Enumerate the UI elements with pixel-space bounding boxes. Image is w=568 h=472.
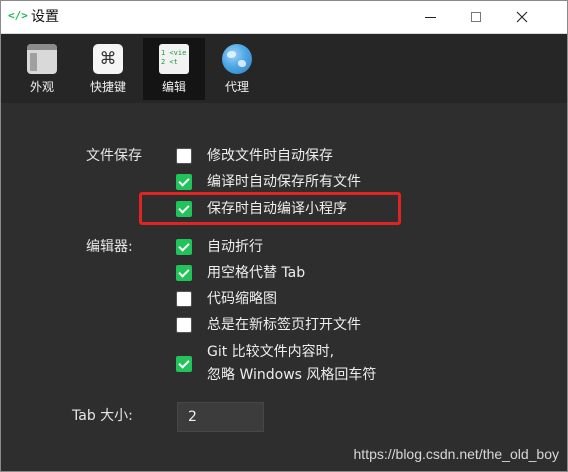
tab-size-input[interactable]: 2: [177, 402, 264, 432]
option-spaces-for-tab[interactable]: 用空格代替 Tab: [176, 264, 305, 282]
option-label: 总是在新标签页打开文件: [207, 317, 361, 333]
tab-proxy[interactable]: 代理: [206, 38, 268, 100]
option-label-line: Git 比较文件内容时,: [207, 344, 335, 360]
option-open-in-new-tab[interactable]: 总是在新标签页打开文件: [176, 316, 361, 334]
tab-shortcuts[interactable]: ⌘ 快捷键: [77, 38, 139, 100]
close-icon: [516, 11, 528, 23]
option-git-ignore-crlf[interactable]: Git 比较文件内容时, 忽略 Windows 风格回车符: [176, 341, 376, 387]
watermark-text: https://blog.csdn.net/the_old_boy: [353, 446, 559, 462]
option-label: 修改文件时自动保存: [207, 148, 333, 164]
tab-editor[interactable]: 1 <vie 2 <t 编辑: [143, 38, 205, 100]
minimize-icon: [424, 16, 436, 18]
option-label: 用空格代替 Tab: [207, 265, 306, 281]
maximize-icon: [471, 12, 481, 22]
globe-icon: [222, 44, 252, 74]
option-word-wrap[interactable]: 自动折行: [176, 238, 263, 256]
title-bar: </> 设置: [1, 1, 567, 34]
code-line: 2 <t: [161, 58, 178, 66]
close-button[interactable]: [499, 1, 545, 33]
option-label: 编译时自动保存所有文件: [207, 174, 361, 190]
tab-appearance[interactable]: 外观: [11, 38, 73, 100]
checkbox[interactable]: [176, 148, 192, 164]
checkbox[interactable]: [176, 291, 192, 307]
option-save-all-on-compile[interactable]: 编译时自动保存所有文件: [176, 173, 361, 191]
settings-toolbar: 外观 ⌘ 快捷键 1 <vie 2 <t 编辑 代理: [1, 34, 567, 103]
tab-label: 快捷键: [89, 80, 126, 94]
option-label: 自动折行: [207, 239, 263, 255]
appearance-icon: [27, 44, 57, 74]
tab-size-label: Tab 大小:: [72, 408, 133, 424]
checkbox[interactable]: [176, 239, 192, 255]
annotation-highlight-box: [139, 192, 401, 225]
tab-label: 外观: [29, 80, 54, 94]
app-logo-icon: </>: [8, 9, 28, 22]
option-minimap[interactable]: 代码缩略图: [176, 290, 277, 308]
checkbox[interactable]: [176, 265, 192, 281]
minimize-button[interactable]: [407, 1, 453, 33]
option-label: 代码缩略图: [207, 291, 277, 307]
window-title: 设置: [31, 9, 59, 25]
code-editor-icon: 1 <vie 2 <t: [159, 44, 189, 74]
checkbox[interactable]: [176, 174, 192, 190]
editor-label: 编辑器:: [86, 239, 133, 255]
command-key-icon: ⌘: [93, 44, 123, 74]
option-auto-save-on-modify[interactable]: 修改文件时自动保存: [176, 147, 333, 165]
checkbox[interactable]: [176, 317, 192, 333]
checkbox[interactable]: [176, 356, 192, 372]
settings-window: </> 设置 外观 ⌘ 快捷键 1 <vie 2 <t 编辑 代理 文件保存 修…: [0, 0, 568, 472]
tab-label: 代理: [224, 80, 249, 94]
file-save-label: 文件保存: [86, 148, 142, 164]
tab-label: 编辑: [161, 80, 186, 94]
maximize-button[interactable]: [453, 1, 499, 33]
code-line: 1 <vie: [161, 49, 187, 57]
option-label-line: 忽略 Windows 风格回车符: [207, 367, 377, 383]
option-label: Git 比较文件内容时, 忽略 Windows 风格回车符: [207, 341, 376, 387]
